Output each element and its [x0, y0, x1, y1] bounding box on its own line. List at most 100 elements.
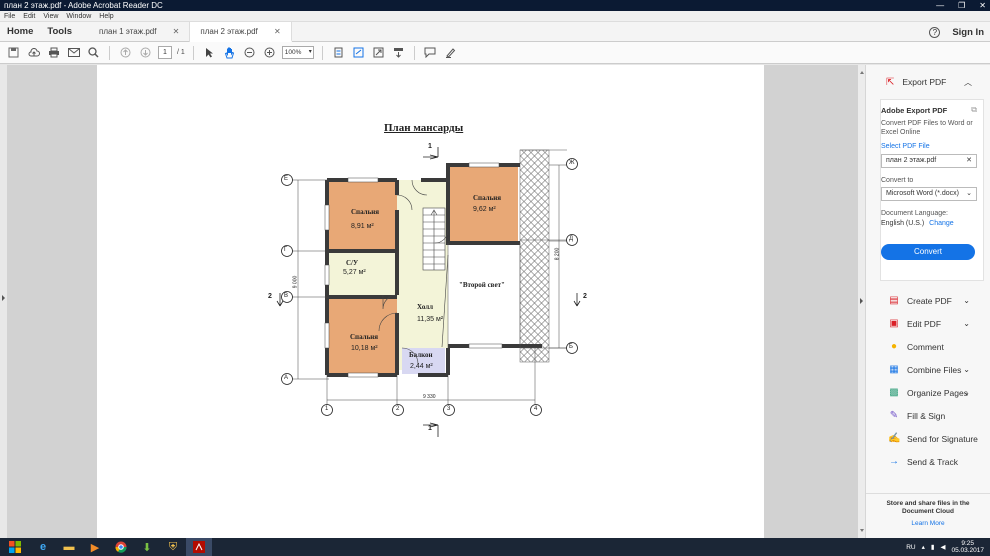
chevron-down-icon[interactable]: ⌄: [963, 365, 970, 374]
clear-file-icon[interactable]: ✕: [966, 155, 972, 167]
rotate-view-icon[interactable]: [351, 45, 366, 60]
dimension-right: 8 200: [554, 247, 561, 261]
chevron-up-icon[interactable]: ︿: [964, 77, 972, 88]
select-pdf-link[interactable]: Select PDF File: [881, 143, 977, 150]
media-player-icon[interactable]: ▶: [82, 538, 108, 556]
select-cursor-icon[interactable]: [202, 45, 217, 60]
selected-file-name: план 2 этаж.pdf: [886, 157, 937, 164]
fit-page-icon[interactable]: [331, 45, 346, 60]
sign-in-button[interactable]: Sign In: [952, 27, 984, 38]
menu-file[interactable]: File: [4, 11, 15, 21]
document-cloud-promo: Store and share files in the Document Cl…: [866, 493, 990, 538]
page-number-input[interactable]: 1: [158, 46, 172, 59]
zoom-in-icon[interactable]: [262, 45, 277, 60]
maximize-button[interactable]: ❐: [958, 0, 965, 11]
document-tab-label: план 1 этаж.pdf: [99, 26, 157, 36]
axis-label: Ж: [569, 160, 575, 166]
learn-more-link[interactable]: Learn More: [866, 520, 990, 527]
axis-label: В: [284, 293, 289, 299]
tool-fill-sign[interactable]: ✎ Fill & Sign: [866, 404, 990, 427]
fill-sign-icon: ✎: [889, 410, 899, 421]
axis-label: 4: [534, 406, 538, 412]
tool-organize-pages[interactable]: ▩ Organize Pages ⌄: [866, 381, 990, 404]
tool-edit-pdf[interactable]: ▣ Edit PDF ⌄: [866, 312, 990, 335]
network-icon[interactable]: ▮: [931, 543, 935, 551]
convert-format-select[interactable]: Microsoft Word (*.docx) ⌄: [881, 187, 977, 201]
selected-file-field[interactable]: план 2 этаж.pdf ✕: [881, 154, 977, 168]
ie-browser-icon[interactable]: e: [30, 538, 56, 556]
volume-icon[interactable]: ◀: [940, 543, 945, 551]
document-tab-1[interactable]: план 1 этаж.pdf ✕: [89, 21, 191, 42]
comment-icon[interactable]: [423, 45, 438, 60]
document-viewport[interactable]: План мансарды Спальня 8,91 м² Спальня 9,…: [7, 65, 858, 538]
full-screen-icon[interactable]: [371, 45, 386, 60]
tool-send-track[interactable]: → Send & Track: [866, 450, 990, 473]
chevron-down-icon[interactable]: ⌄: [963, 319, 970, 328]
menu-window[interactable]: Window: [66, 11, 91, 21]
tool-label: Comment: [907, 341, 944, 352]
dimension-left: 9 000: [292, 275, 299, 289]
save-icon[interactable]: [6, 45, 21, 60]
tool-comment[interactable]: ● Comment: [866, 335, 990, 358]
file-explorer-icon[interactable]: ▬: [56, 538, 82, 556]
security-shield-icon[interactable]: ⛨: [160, 538, 186, 556]
print-icon[interactable]: [46, 45, 61, 60]
zoom-out-icon[interactable]: [242, 45, 257, 60]
tray-expand-icon[interactable]: ▴: [922, 543, 925, 551]
chevron-down-icon[interactable]: ⌄: [963, 296, 970, 305]
pin-icon[interactable]: ⧉: [971, 105, 977, 115]
cloud-upload-icon[interactable]: [26, 45, 41, 60]
tool-send-for-signature[interactable]: ✍ Send for Signature: [866, 427, 990, 450]
toolbar-divider: [321, 45, 323, 60]
export-pdf-header[interactable]: ⇱ Export PDF ︿: [866, 65, 990, 99]
menu-view[interactable]: View: [43, 11, 58, 21]
close-tab-icon[interactable]: ✕: [274, 27, 281, 36]
tool-label: Organize Pages: [907, 387, 968, 398]
promo-line-2: Document Cloud: [902, 508, 954, 515]
tool-combine-files[interactable]: ▦ Combine Files ⌄: [866, 358, 990, 381]
search-icon[interactable]: [86, 45, 101, 60]
panel-splitter[interactable]: [858, 65, 865, 538]
highlight-pen-icon[interactable]: [443, 45, 458, 60]
next-page-icon[interactable]: [138, 45, 153, 60]
start-button[interactable]: [0, 538, 30, 556]
export-pdf-icon: ⇱: [886, 76, 895, 88]
export-box-description: Convert PDF Files to Word or Excel Onlin…: [881, 120, 973, 136]
menu-help[interactable]: Help: [99, 11, 113, 21]
language-indicator[interactable]: RU: [906, 544, 915, 551]
room-area: 8,91 м²: [351, 223, 374, 230]
acrobat-reader-icon[interactable]: [186, 538, 212, 556]
menu-edit[interactable]: Edit: [23, 11, 35, 21]
scroll-mode-icon[interactable]: [391, 45, 406, 60]
system-tray: RU ▴ ▮ ◀ 9:25 05.03.2017: [906, 538, 984, 556]
email-icon[interactable]: [66, 45, 81, 60]
tools-tab[interactable]: Tools: [40, 26, 79, 37]
torrent-icon[interactable]: ⬇: [134, 538, 160, 556]
chrome-icon[interactable]: [108, 538, 134, 556]
zoom-level-select[interactable]: 100%: [281, 46, 314, 59]
room-name: Холл: [417, 303, 434, 311]
axis-label: Д: [569, 236, 574, 242]
chevron-down-icon[interactable]: ⌄: [963, 388, 970, 397]
tab-bar: Home Tools план 1 этаж.pdf ✕ план 2 этаж…: [0, 21, 990, 42]
tool-create-pdf[interactable]: ▤ Create PDF ⌄: [866, 289, 990, 312]
axis-label: Е: [284, 176, 289, 182]
left-panel-toggle[interactable]: [0, 65, 7, 538]
minimize-button[interactable]: —: [936, 0, 944, 11]
previous-page-icon[interactable]: [118, 45, 133, 60]
change-language-link[interactable]: Change: [929, 220, 954, 227]
hand-tool-icon[interactable]: [222, 45, 237, 60]
close-tab-icon[interactable]: ✕: [173, 27, 180, 36]
close-window-button[interactable]: ✕: [979, 0, 986, 11]
convert-to-label: Convert to: [881, 177, 914, 184]
axis-label: 2: [396, 406, 400, 412]
document-tab-2[interactable]: план 2 этаж.pdf ✕: [190, 21, 292, 42]
room-name: С/У: [346, 259, 359, 267]
room-area: 5,27 м²: [343, 269, 366, 276]
clock[interactable]: 9:25 05.03.2017: [951, 540, 984, 554]
axis-label: 1: [325, 406, 329, 412]
menu-bar: File Edit View Window Help: [0, 11, 990, 22]
home-tab[interactable]: Home: [0, 26, 40, 37]
help-icon[interactable]: ?: [929, 26, 941, 38]
convert-button[interactable]: Convert: [881, 244, 975, 260]
